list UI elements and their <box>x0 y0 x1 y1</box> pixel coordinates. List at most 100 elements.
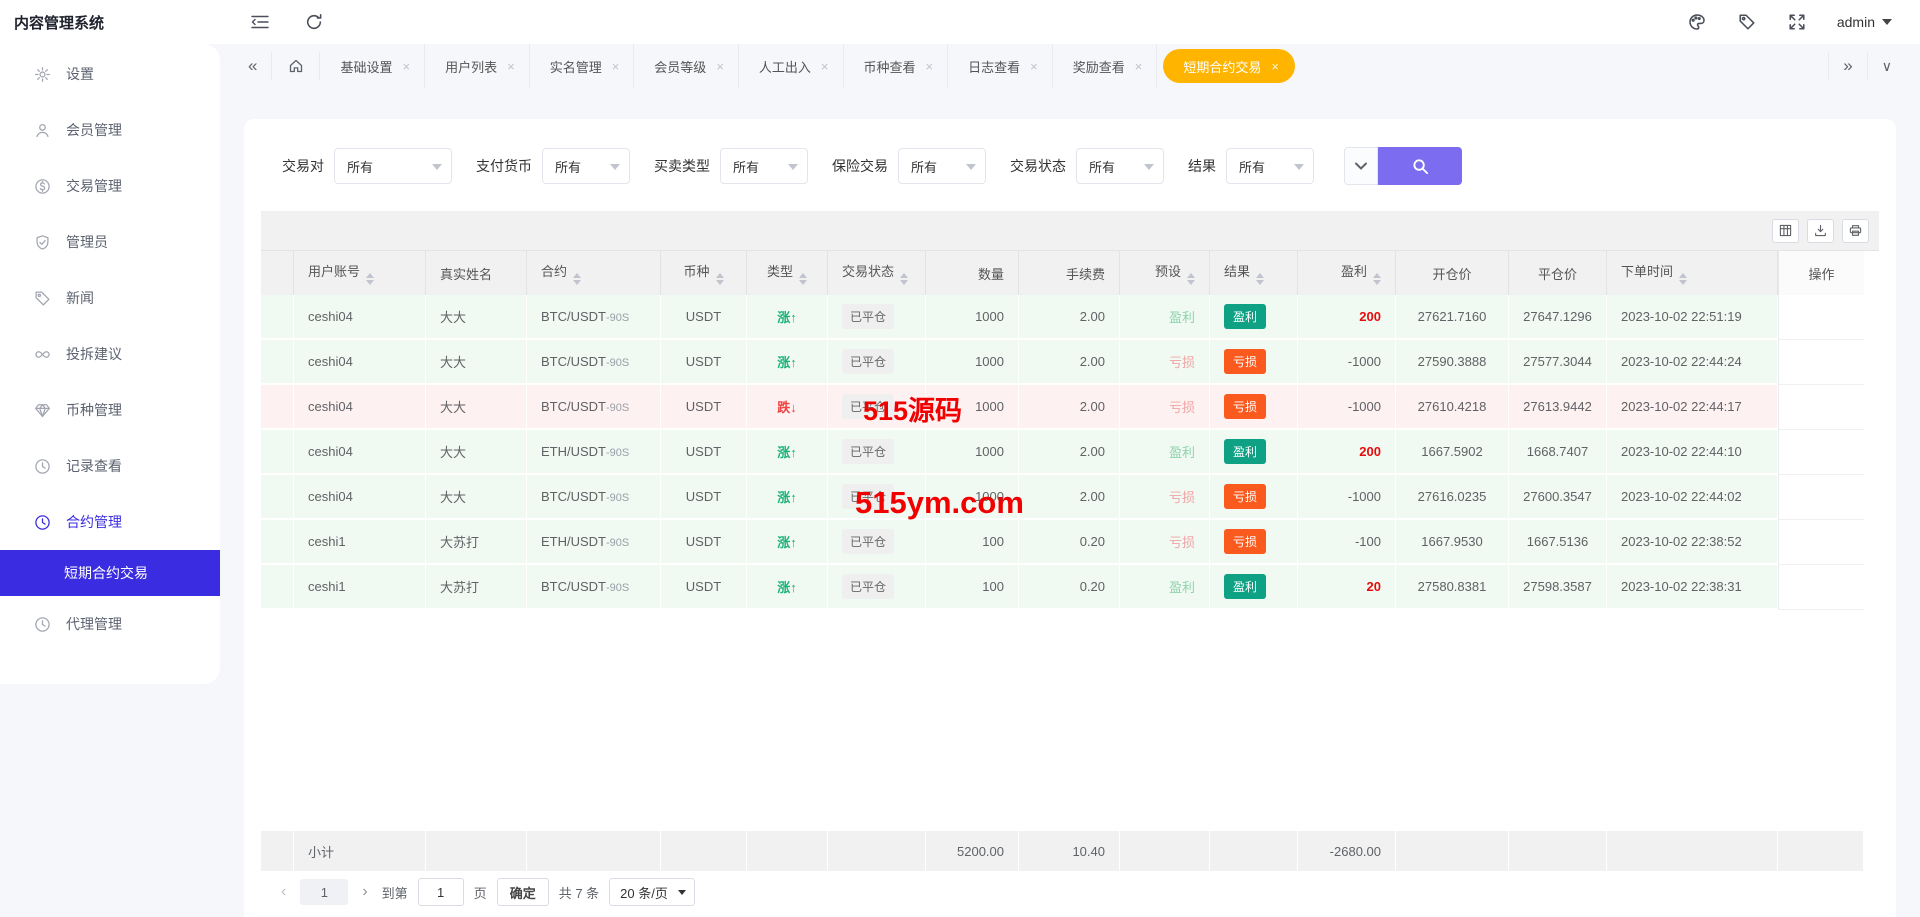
sort-icon[interactable] <box>1373 273 1381 285</box>
home-tab[interactable] <box>272 52 320 80</box>
admin-dropdown[interactable]: admin <box>1837 14 1892 30</box>
column-header-预设[interactable]: 预设 <box>1120 251 1210 295</box>
goto-page-input[interactable] <box>418 878 464 906</box>
table-row-4[interactable]: ceshi04大大BTC/USDT-90SUSDT涨↑已平仓10002.00亏损… <box>261 475 1864 520</box>
preset-label: 盈利 <box>1169 580 1195 595</box>
sort-icon[interactable] <box>1679 273 1687 285</box>
tab-4[interactable]: 人工出入× <box>739 44 844 88</box>
filter-select-1[interactable]: 所有 <box>542 148 630 184</box>
close-icon[interactable]: × <box>926 59 934 74</box>
current-page-button[interactable]: 1 <box>300 879 348 905</box>
close-icon[interactable]: × <box>507 59 515 74</box>
prev-page-button[interactable]: ‹ <box>277 883 290 901</box>
refresh-icon[interactable] <box>304 12 324 32</box>
column-header-平仓价: 平仓价 <box>1509 251 1607 295</box>
printer-icon[interactable] <box>1842 219 1869 243</box>
cell: 亏损 <box>1120 475 1210 520</box>
cell <box>261 475 294 520</box>
table-row-5[interactable]: ceshi1大苏打ETH/USDT-90SUSDT涨↑已平仓1000.20亏损亏… <box>261 520 1864 565</box>
sidebar-item-0[interactable]: 设置 <box>0 46 220 102</box>
column-header-盈利[interactable]: 盈利 <box>1298 251 1396 295</box>
filter-select-3[interactable]: 所有 <box>898 148 986 184</box>
status-badge: 已平仓 <box>842 439 894 464</box>
close-icon[interactable]: × <box>402 59 410 74</box>
cell: 2.00 <box>1019 475 1120 520</box>
column-header-结果[interactable]: 结果 <box>1210 251 1298 295</box>
cell: 已平仓 <box>828 385 926 430</box>
filter-select-2[interactable]: 所有 <box>720 148 808 184</box>
close-icon[interactable]: × <box>612 59 620 74</box>
column-header-币种[interactable]: 币种 <box>661 251 747 295</box>
filter-value: 所有 <box>733 157 759 176</box>
tab-3[interactable]: 会员等级× <box>634 44 739 88</box>
sidebar-item-5[interactable]: 投拆建议 <box>0 326 220 382</box>
search-button[interactable] <box>1378 147 1462 185</box>
close-icon[interactable]: × <box>821 59 829 74</box>
column-header-下单时间[interactable]: 下单时间 <box>1607 251 1778 295</box>
sidebar-item-1[interactable]: 会员管理 <box>0 102 220 158</box>
fullscreen-icon[interactable] <box>1787 12 1807 32</box>
sidebar-item-8[interactable]: 合约管理 <box>0 494 220 550</box>
tab-2[interactable]: 实名管理× <box>530 44 635 88</box>
tab-6[interactable]: 日志查看 × <box>948 44 1053 88</box>
sort-icon[interactable] <box>1256 273 1264 285</box>
sidebar-item-7[interactable]: 记录查看 <box>0 438 220 494</box>
close-icon[interactable]: × <box>1271 59 1279 74</box>
filter-select-4[interactable]: 所有 <box>1076 148 1164 184</box>
cell: 已平仓 <box>828 565 926 610</box>
tab-8[interactable]: 短期合约交易× <box>1163 49 1295 83</box>
sort-icon[interactable] <box>900 273 908 285</box>
subtotal-row: 小计5200.0010.40-2680.00 <box>261 831 1864 871</box>
subtotal-cell: 小计 <box>294 831 426 871</box>
table-row-0[interactable]: ceshi04大大BTC/USDT-90SUSDT涨↑已平仓10002.00盈利… <box>261 295 1864 340</box>
export-download-icon[interactable] <box>1807 219 1834 243</box>
tab-0[interactable]: 基础设置× <box>320 44 425 88</box>
sort-icon[interactable] <box>799 273 807 285</box>
sidebar-item-10[interactable]: 代理管理 <box>0 596 220 652</box>
topbar: 内容管理系统 admin <box>0 0 1920 44</box>
table-row-3[interactable]: ceshi04大大ETH/USDT-90SUSDT涨↑已平仓10002.00盈利… <box>261 430 1864 475</box>
filter-label: 交易对 <box>282 156 324 176</box>
tab-5[interactable]: 币种查看× <box>844 44 949 88</box>
close-icon[interactable]: × <box>716 59 724 74</box>
tabs-scroll-right[interactable]: » <box>1828 52 1866 80</box>
table-row-1[interactable]: ceshi04大大BTC/USDT-90SUSDT涨↑已平仓10002.00亏损… <box>261 340 1864 385</box>
sidebar-item-3[interactable]: 管理员 <box>0 214 220 270</box>
close-icon[interactable]: × <box>1135 59 1143 74</box>
filter-select-0[interactable]: 所有 <box>334 148 452 184</box>
column-header-交易状态[interactable]: 交易状态 <box>828 251 926 295</box>
cell: 2023-10-02 22:44:24 <box>1607 340 1778 385</box>
tabs-scroll-left[interactable]: « <box>234 52 272 80</box>
type-up-indicator: 涨↑ <box>777 490 797 505</box>
cell: 27616.0235 <box>1396 475 1509 520</box>
tag-icon[interactable] <box>1737 12 1757 32</box>
sidebar-item-2[interactable]: 交易管理 <box>0 158 220 214</box>
sort-icon[interactable] <box>1187 273 1195 285</box>
subtotal-cell: -2680.00 <box>1298 831 1396 871</box>
sidebar-item-4[interactable]: 新闻 <box>0 270 220 326</box>
palette-icon[interactable] <box>1687 12 1707 32</box>
menu-fold-icon[interactable] <box>250 12 270 32</box>
filter-select-5[interactable]: 所有 <box>1226 148 1314 184</box>
column-header-用户账号[interactable]: 用户账号 <box>294 251 426 295</box>
sidebar-subitem-9[interactable]: 短期合约交易 <box>0 550 220 596</box>
columns-grid-icon[interactable] <box>1772 219 1799 243</box>
tab-label: 日志查看 <box>968 57 1020 76</box>
next-page-button[interactable]: › <box>358 883 371 901</box>
tab-7[interactable]: 奖励查看× <box>1053 44 1158 88</box>
column-header-类型[interactable]: 类型 <box>747 251 828 295</box>
close-icon[interactable]: × <box>1030 59 1038 74</box>
tabs-menu-chevron[interactable]: ∨ <box>1867 52 1906 80</box>
tab-1[interactable]: 用户列表× <box>425 44 530 88</box>
sort-icon[interactable] <box>573 273 581 285</box>
cell: 27590.3888 <box>1396 340 1509 385</box>
sidebar-item-6[interactable]: 币种管理 <box>0 382 220 438</box>
sort-icon[interactable] <box>366 273 374 285</box>
per-page-select[interactable]: 20 条/页 <box>609 878 695 906</box>
sort-icon[interactable] <box>716 273 724 285</box>
table-row-6[interactable]: ceshi1大苏打BTC/USDT-90SUSDT涨↑已平仓1000.20盈利盈… <box>261 565 1864 610</box>
table-row-2[interactable]: ceshi04大大BTC/USDT-90SUSDT跌↓已平仓10002.00亏损… <box>261 385 1864 430</box>
confirm-page-button[interactable]: 确定 <box>497 878 549 906</box>
filters-collapse-button[interactable] <box>1344 147 1378 185</box>
column-header-合约[interactable]: 合约 <box>527 251 661 295</box>
